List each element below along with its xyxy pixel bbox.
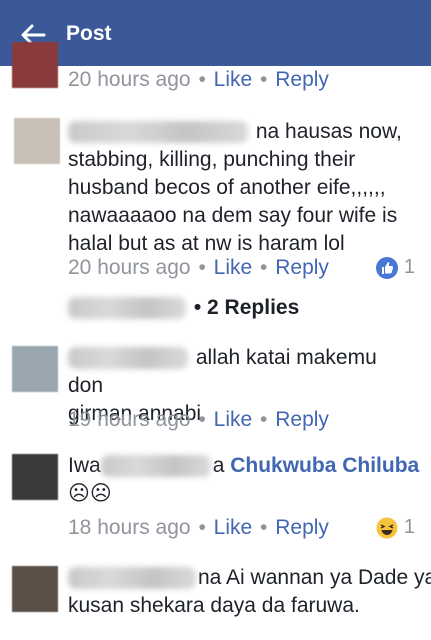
avatar[interactable] <box>12 346 58 392</box>
reaction-summary[interactable]: 1 <box>375 256 415 279</box>
comment-time: 20 hours ago <box>68 256 191 279</box>
blurred-author-name <box>68 347 188 370</box>
reply-time: 18 hours ago <box>68 516 191 539</box>
replies-count: 2 Replies <box>207 296 300 319</box>
blurred-author-name <box>68 121 248 144</box>
reaction-summary[interactable]: 1 <box>376 516 415 539</box>
comment-time: 20 hours ago <box>68 68 191 91</box>
comment: 20 hours ago • Like • Reply <box>0 42 431 106</box>
reply: Iwa a Chukwuba Chiluba ☹☹ 18 hours ago • … <box>0 448 431 552</box>
reply-text: na Ai wannan ya Dade ya kusan shekara da… <box>68 566 431 617</box>
reaction-count: 1 <box>403 516 415 538</box>
emoji-text: ☹☹ <box>68 482 112 505</box>
reply-time: 19 hours ago <box>68 408 191 431</box>
mention-link[interactable]: Chukwuba Chiluba <box>230 454 419 477</box>
app-header: Post <box>0 0 431 66</box>
reply-link[interactable]: Reply <box>275 516 329 539</box>
blurred-author-name <box>100 455 211 478</box>
page-title: Post <box>66 22 112 45</box>
comment-meta: 20 hours ago • Like • Reply <box>68 68 329 91</box>
reply-link[interactable]: Reply <box>275 408 329 431</box>
comment-text: na hausas now, stabbing, killing, punchi… <box>68 120 402 255</box>
blurred-author-name <box>68 567 196 590</box>
reply-text: Iwa a Chukwuba Chiluba ☹☹ <box>68 452 419 508</box>
reply-link[interactable]: Reply <box>275 68 329 91</box>
comment-meta: 20 hours ago • Like • Reply <box>68 256 329 279</box>
view-replies-link[interactable]: • 2 Replies <box>68 296 299 320</box>
like-link[interactable]: Like <box>214 516 253 539</box>
reply-link[interactable]: Reply <box>275 256 329 279</box>
blurred-author-name <box>68 297 186 320</box>
reply: na Ai wannan ya Dade ya kusan shekara da… <box>0 560 431 640</box>
avatar[interactable] <box>12 42 58 88</box>
like-link[interactable]: Like <box>214 256 253 279</box>
reaction-count: 1 <box>403 256 415 278</box>
reply: allah katai makemu don girman annabi 19 … <box>0 340 431 440</box>
haha-reaction-icon <box>376 517 398 538</box>
like-link[interactable]: Like <box>214 408 253 431</box>
comment: na hausas now, stabbing, killing, punchi… <box>0 112 431 288</box>
reply-meta: 19 hours ago • Like • Reply <box>68 408 329 431</box>
avatar[interactable] <box>12 566 58 612</box>
like-link[interactable]: Like <box>214 68 253 91</box>
like-reaction-icon <box>375 256 398 279</box>
avatar[interactable] <box>12 454 58 500</box>
reply-meta: 18 hours ago • Like • Reply <box>68 516 329 539</box>
avatar[interactable] <box>14 118 60 164</box>
